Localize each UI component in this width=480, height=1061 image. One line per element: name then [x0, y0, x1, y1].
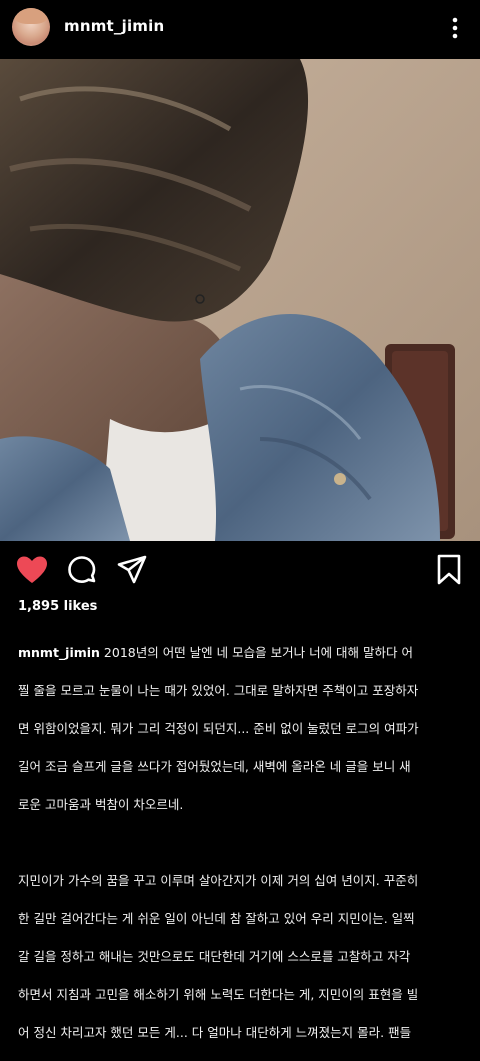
- caption-line: 하면서 지침과 고민을 해소하기 위해 노력도 더한다는 게, 지민이의 표현을…: [18, 987, 419, 1002]
- caption-username[interactable]: mnmt_jimin: [18, 645, 100, 660]
- caption-text: 2018년의 어떤 날엔 네 모습을 보거나 너에 대해 말하다 어: [99, 645, 413, 660]
- send-icon[interactable]: [116, 554, 148, 586]
- caption-line: 갈 길을 정하고 해내는 것만으로도 대단한데 거기에 스스로를 고찰하고 자각: [18, 949, 411, 964]
- header-username[interactable]: mnmt_jimin: [64, 17, 164, 35]
- caption-line: mnmt_jimin 2018년의 어떤 날엔 네 모습을 보거나 너에 대해 …: [18, 643, 466, 662]
- comment-icon[interactable]: [66, 554, 98, 586]
- profile-avatar[interactable]: [12, 8, 50, 46]
- post-action-bar: [0, 548, 480, 592]
- caption-line: 지민이가 가수의 꿈을 꾸고 이루며 살아간지가 이제 거의 십여 년이지. 꾸…: [18, 873, 419, 888]
- more-vertical-icon[interactable]: [440, 14, 470, 42]
- post-photo[interactable]: [0, 59, 480, 541]
- caption-line: 찔 줄을 모르고 눈물이 나는 때가 있었어. 그대로 말하자면 주책이고 포장…: [18, 683, 419, 698]
- avatar-hair-shape: [14, 8, 48, 24]
- caption-line: 어 정신 차리고자 했던 모든 게... 다 얼마나 대단하게 느껴졌는지 몰라…: [18, 1025, 412, 1040]
- caption-line: 한 길만 걸어간다는 게 쉬운 일이 아닌데 참 잘하고 있어 우리 지민이는.…: [18, 911, 415, 926]
- caption-line: 면 위함이었을지. 뭐가 그리 걱정이 되던지... 준비 없이 눌렀던 로그의…: [18, 721, 419, 736]
- bookmark-icon[interactable]: [436, 554, 462, 586]
- heart-filled-icon[interactable]: [16, 555, 48, 585]
- caption-line: 길어 조금 슬프게 글을 쓰다가 접어뒀었는데, 새벽에 올라온 네 글을 보니…: [18, 759, 411, 774]
- post-header: mnmt_jimin: [0, 0, 480, 58]
- caption-line: 로운 고마움과 벅참이 차오르네.: [18, 797, 184, 812]
- likes-count[interactable]: 1,895 likes: [18, 599, 97, 614]
- post-caption: mnmt_jimin 2018년의 어떤 날엔 네 모습을 보거나 너에 대해 …: [18, 624, 466, 1061]
